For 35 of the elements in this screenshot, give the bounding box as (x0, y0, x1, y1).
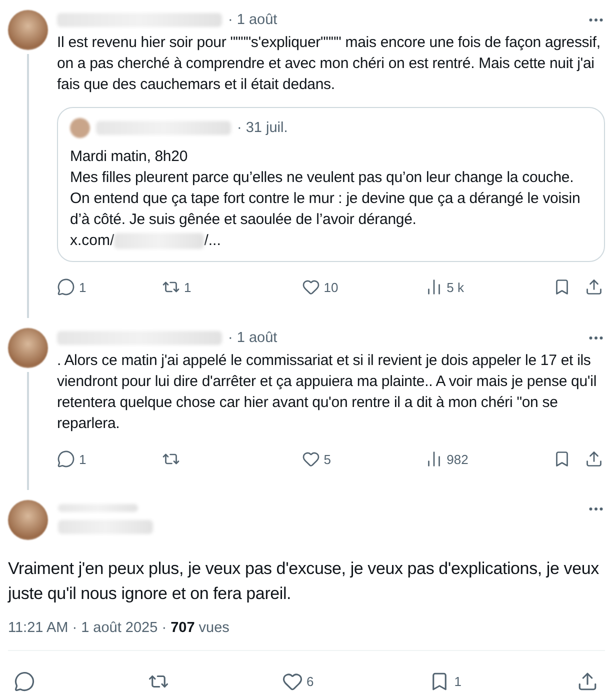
quoted-post[interactable] (57, 107, 605, 262)
views-button[interactable]: 982 (424, 450, 554, 468)
post-meta: 11:21 AM · 1 août 2025 · 707 vues (8, 620, 230, 636)
quoted-text: Mardi matin, 8h20 Mes filles pleurent parce qu’elles ne veulent pas qu’on leur change la couche. On entend que ça tape fort contre le mur : je devine que ça a dérangé le voisin d’à côté. Je suis gênée et saoulée de l’avoir dérangé. (70, 147, 582, 230)
reply-button[interactable]: 1 (57, 450, 162, 468)
reply-button[interactable] (14, 670, 36, 692)
share-button[interactable] (577, 670, 599, 692)
reply-icon (14, 670, 35, 692)
post-text: Vraiment j'en peux plus, je veux pas d'excuse, je veux pas d'explications, je veux juste qu'il nous ignore et on fera pareil. (8, 558, 600, 605)
link[interactable]: /... (204, 230, 221, 251)
post-text: . Alors ce matin j'ai appelé le commissariat et si il revient je dois appeler le 17 et ils viendront pour lui dire d'arrêter et ça appuiera ma plainte.. A voir mais je pense qu'il retentera quelque chose car hier avant qu'on rentre il a dit à mon chéri "on se reparlera. (57, 351, 598, 434)
link[interactable]: x.com/ (70, 230, 114, 251)
avatar (70, 118, 90, 138)
post-text: Il est revenu hier soir pour """"s'expliquer"""" mais encore une fois de façon agressif, on a pas cherché à comprendre et avec mon chéri on est rentré. Mais cette nuit j'ai fais que des cauchemars et il était dedans. (57, 33, 602, 95)
bookmark-button[interactable]: 1 (429, 670, 466, 692)
share-icon (577, 670, 598, 692)
post-date: · 1 août (228, 12, 278, 28)
post-date: · 31 juil. (237, 120, 288, 136)
reply-button[interactable]: 1 (57, 278, 162, 296)
avatar[interactable] (8, 328, 48, 368)
repost-button[interactable]: 1 (162, 278, 302, 296)
share-icon (585, 278, 604, 296)
like-icon (302, 278, 320, 296)
like-button[interactable]: 6 (282, 670, 318, 692)
reply-icon (57, 450, 75, 468)
avatar[interactable] (8, 10, 48, 50)
like-button[interactable]: 5 (302, 450, 425, 468)
like-icon (302, 450, 320, 468)
share-icon (585, 450, 604, 468)
post-date: · 1 août (228, 330, 278, 346)
views-button[interactable]: 5 k (424, 278, 554, 296)
like-icon (282, 670, 302, 692)
like-button[interactable]: 10 (302, 278, 425, 296)
reply-icon (57, 278, 75, 296)
avatar[interactable] (8, 500, 48, 540)
